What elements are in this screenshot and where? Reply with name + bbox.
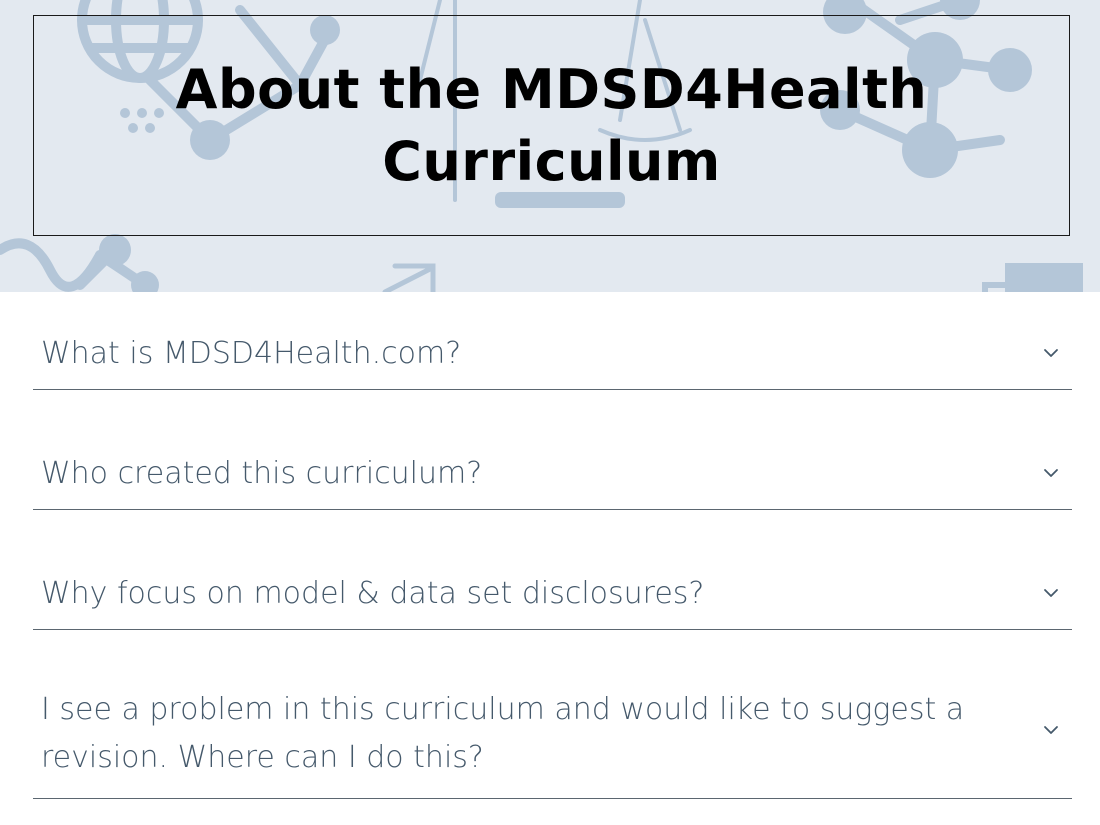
faq-item-who-created[interactable]: Who created this curriculum? — [33, 412, 1072, 510]
faq-item-suggest-revision[interactable]: I see a problem in this curriculum and w… — [33, 652, 1072, 799]
faq-item-why-focus[interactable]: Why focus on model & data set disclosure… — [33, 532, 1072, 630]
chevron-down-icon — [1044, 469, 1058, 477]
page-title: About the MDSD4Health Curriculum — [175, 57, 928, 193]
bar-chart-icon — [982, 282, 1008, 292]
faq-question: Who created this curriculum? — [41, 456, 483, 491]
chevron-down-icon — [1044, 726, 1058, 734]
title-box: About the MDSD4Health Curriculum — [33, 15, 1070, 236]
trend-arrow-icon — [382, 263, 436, 292]
faq-item-what-is[interactable]: What is MDSD4Health.com? — [33, 292, 1072, 390]
faq-question: What is MDSD4Health.com? — [41, 336, 462, 371]
faq-question: I see a problem in this curriculum and w… — [41, 692, 965, 775]
chevron-down-icon — [1044, 589, 1058, 597]
faq-question: Why focus on model & data set disclosure… — [41, 576, 705, 611]
hero-banner: About the MDSD4Health Curriculum — [0, 0, 1100, 292]
faq-accordion: What is MDSD4Health.com? Who created thi… — [33, 292, 1072, 799]
chevron-down-icon — [1044, 349, 1058, 357]
